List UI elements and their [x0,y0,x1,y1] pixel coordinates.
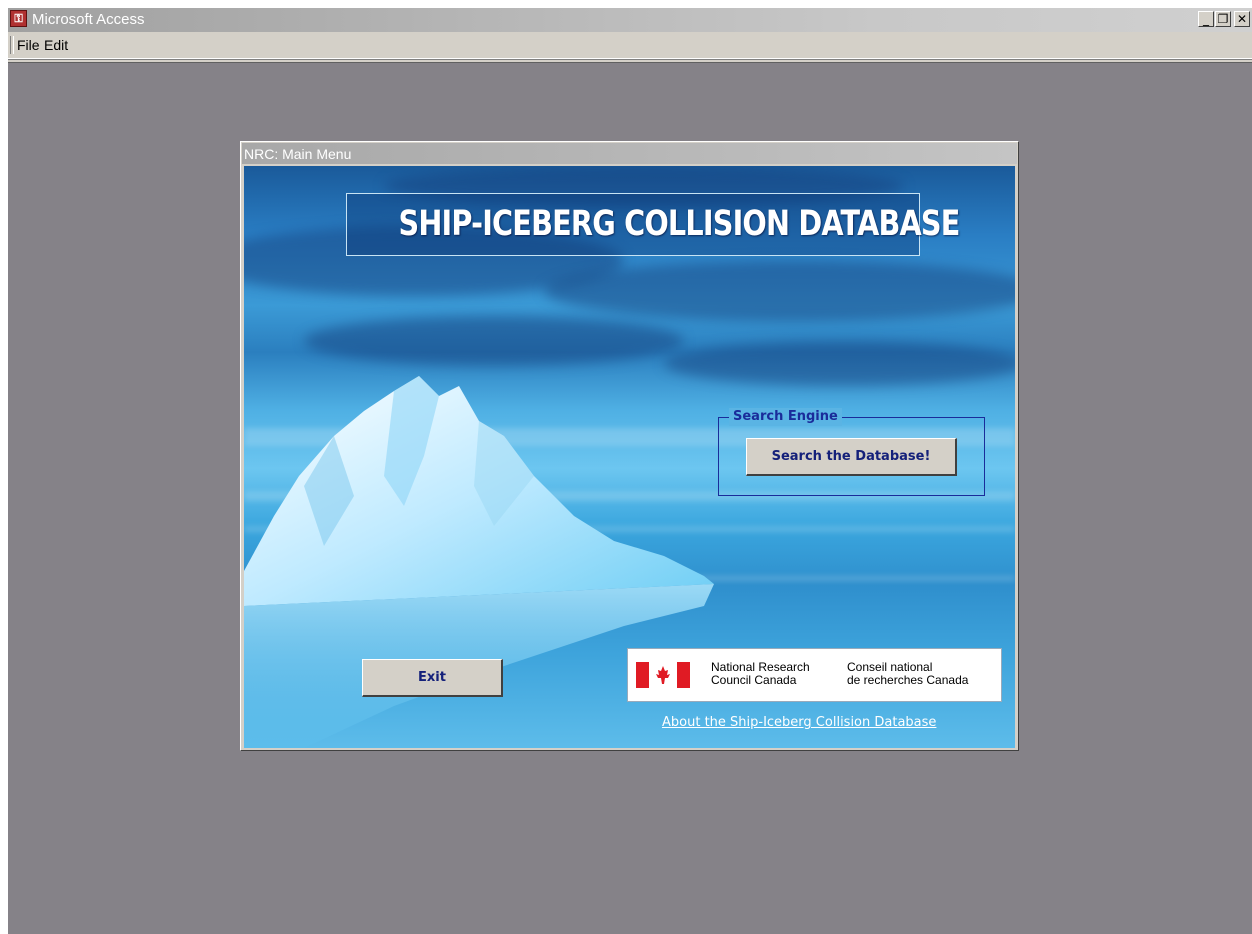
access-key-icon[interactable]: ⚿ [10,10,27,27]
restore-icon[interactable]: ❐ [1215,11,1231,27]
form-body-background: SHIP-ICEBERG COLLISION DATABASE Search E… [244,166,1015,748]
search-database-button[interactable]: Search the Database! [746,438,957,476]
canada-flag-icon [636,662,690,688]
database-title-banner: SHIP-ICEBERG COLLISION DATABASE [346,193,960,256]
cloud [304,316,684,366]
access-application-window: ⚿ Microsoft Access _ ❐ ✕ File Edit NRC: … [8,8,1252,934]
main-menu-form-window: NRC: Main Menu SHIP-ICEBERG COLLISION DA… [240,141,1019,751]
app-title: Microsoft Access [32,11,145,28]
nrc-french-line2: de recherches Canada [847,673,969,687]
menu-edit[interactable]: Edit [44,37,68,53]
cloud [544,261,1015,321]
search-engine-group: Search Engine Search the Database! [718,408,985,496]
exit-button[interactable]: Exit [362,659,503,697]
database-title: SHIP-ICEBERG COLLISION DATABASE [398,204,960,244]
form-title: NRC: Main Menu [244,146,352,162]
minimize-icon[interactable]: _ [1198,11,1214,27]
close-icon[interactable]: ✕ [1234,11,1250,27]
mdi-workspace: NRC: Main Menu SHIP-ICEBERG COLLISION DA… [8,62,1252,934]
menu-bar: File Edit [8,32,1252,59]
nrc-logo: National Research Council Canada Conseil… [627,648,1002,702]
search-engine-label: Search Engine [729,408,842,426]
about-database-link[interactable]: About the Ship-Iceberg Collision Databas… [662,715,936,730]
menu-grip-handle[interactable] [10,36,14,54]
app-title-bar[interactable]: ⚿ Microsoft Access _ ❐ ✕ [8,8,1252,32]
form-title-bar[interactable]: NRC: Main Menu [242,143,1017,164]
nrc-english-line2: Council Canada [711,673,797,687]
menu-file[interactable]: File [17,37,40,53]
